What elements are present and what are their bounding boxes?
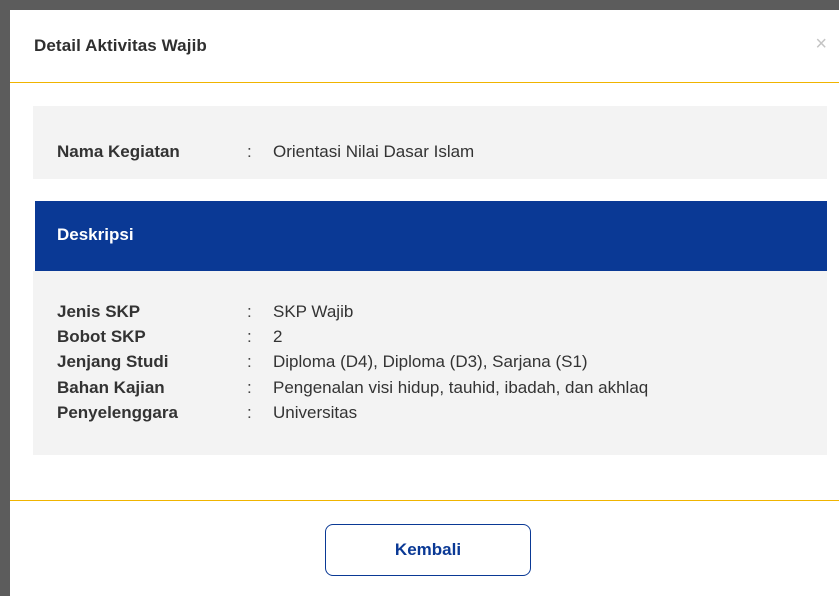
activity-name-colon: :: [247, 142, 252, 161]
modal-header: Detail Aktivitas Wajib ×: [10, 10, 839, 83]
description-header: Deskripsi: [35, 201, 827, 271]
detail-value-jenis-skp: SKP Wajib: [273, 302, 354, 321]
description-heading: Deskripsi: [57, 225, 134, 244]
modal-title: Detail Aktivitas Wajib: [34, 36, 207, 55]
detail-colon: :: [247, 352, 252, 371]
detail-colon: :: [247, 302, 252, 321]
detail-value-jenjang-studi: Diploma (D4), Diploma (D3), Sarjana (S1): [273, 352, 588, 371]
close-icon[interactable]: ×: [815, 32, 827, 56]
footer-divider: [10, 500, 839, 501]
detail-colon: :: [247, 378, 252, 397]
detail-value-bahan-kajian: Pengenalan visi hidup, tauhid, ibadah, d…: [273, 378, 649, 397]
detail-label-bahan-kajian: Bahan Kajian: [57, 378, 165, 397]
back-button[interactable]: Kembali: [325, 524, 531, 576]
activity-name-label: Nama Kegiatan: [57, 142, 180, 161]
detail-colon: :: [247, 327, 252, 346]
detail-label-penyelenggara: Penyelenggara: [57, 403, 178, 422]
detail-label-bobot-skp: Bobot SKP: [57, 327, 146, 346]
detail-value-bobot-skp: 2: [273, 327, 283, 346]
detail-value-penyelenggara: Universitas: [273, 403, 358, 422]
detail-modal: Detail Aktivitas Wajib × Nama Kegiatan :…: [10, 10, 839, 596]
detail-colon: :: [247, 403, 252, 422]
detail-label-jenjang-studi: Jenjang Studi: [57, 352, 169, 371]
activity-name-panel: Nama Kegiatan : Orientasi Nilai Dasar Is…: [33, 106, 827, 179]
detail-label-jenis-skp: Jenis SKP: [57, 302, 141, 321]
activity-name-value: Orientasi Nilai Dasar Islam: [273, 142, 475, 161]
description-details: Jenis SKP : SKP Wajib Bobot SKP : 2 Jenj…: [33, 271, 827, 455]
